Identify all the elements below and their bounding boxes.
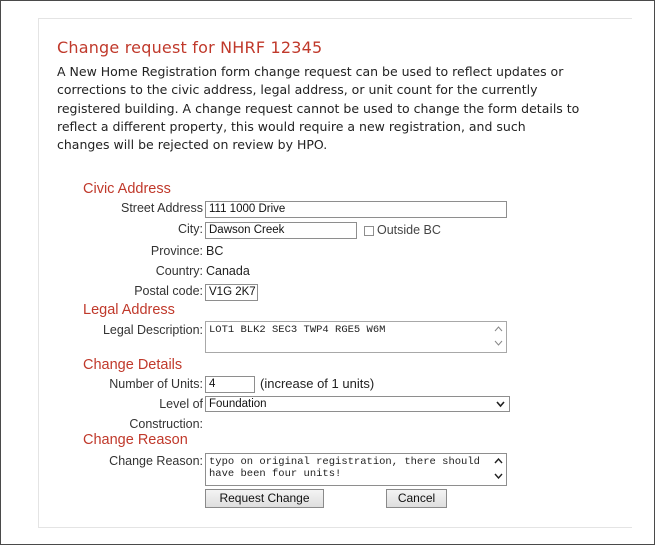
window-frame: Change request for NHRF 12345 A New Home… (0, 0, 655, 545)
scroll-down-arrow-icon[interactable] (493, 338, 504, 350)
units-change-note: (increase of 1 units) (260, 376, 375, 391)
description-line: changes will be rejected on review by HP… (57, 137, 328, 153)
postal-code-input[interactable]: V1G 2K7 (205, 284, 258, 301)
city-input[interactable]: Dawson Creek (205, 222, 357, 239)
level-of-construction-select[interactable]: Foundation (205, 396, 510, 412)
change-reason-textarea[interactable]: typo on original registration, there sho… (205, 453, 507, 486)
scroll-up-arrow-icon[interactable] (493, 456, 504, 468)
level-of-construction-value: Foundation (209, 398, 267, 410)
level-of-construction-label: Level of (159, 397, 203, 411)
request-change-button[interactable]: Request Change (205, 489, 324, 508)
country-value: Canada (206, 264, 250, 278)
legal-description-text: LOT1 BLK2 SEC3 TWP4 RGE5 W6M (209, 324, 386, 336)
number-of-units-input[interactable]: 4 (205, 376, 255, 393)
outside-bc-checkbox[interactable] (364, 226, 374, 236)
street-address-input[interactable]: 111 1000 Drive (205, 201, 507, 218)
page-title: Change request for NHRF 12345 (57, 38, 323, 57)
province-label: Province: (150, 244, 203, 258)
description-line: corrections to the civic address, legal … (57, 82, 538, 98)
description-line: A New Home Registration form change requ… (57, 64, 564, 79)
change-reason-label: Change Reason: (109, 454, 203, 468)
number-of-units-label: Number of Units: (109, 377, 203, 391)
city-label: City: (178, 222, 203, 236)
scroll-up-arrow-icon[interactable] (493, 324, 504, 336)
change-details-heading: Change Details (83, 357, 183, 373)
change-reason-text: typo on original registration, there sho… (209, 456, 480, 480)
level-of-construction-label-cont: Construction: (129, 417, 203, 431)
province-value: BC (206, 244, 224, 258)
change-reason-heading: Change Reason (83, 432, 188, 448)
legal-address-heading: Legal Address (83, 302, 175, 318)
country-label: Country: (155, 264, 203, 278)
outside-bc-label: Outside BC (377, 223, 441, 237)
scroll-down-arrow-icon[interactable] (493, 471, 504, 483)
cancel-button[interactable]: Cancel (386, 489, 447, 508)
civic-address-heading: Civic Address (83, 181, 171, 197)
chevron-down-icon (496, 401, 505, 408)
form-description: A New Home Registration form change requ… (57, 63, 615, 154)
postal-code-label: Postal code: (134, 284, 203, 298)
description-line: registered building. A change request ca… (57, 100, 580, 116)
legal-description-textarea[interactable]: LOT1 BLK2 SEC3 TWP4 RGE5 W6M (205, 321, 507, 353)
legal-description-label: Legal Description: (102, 323, 203, 337)
street-address-label: Street Address (121, 201, 203, 215)
change-request-panel: Change request for NHRF 12345 A New Home… (38, 18, 632, 528)
description-line: reflect a different property, this would… (57, 118, 526, 134)
